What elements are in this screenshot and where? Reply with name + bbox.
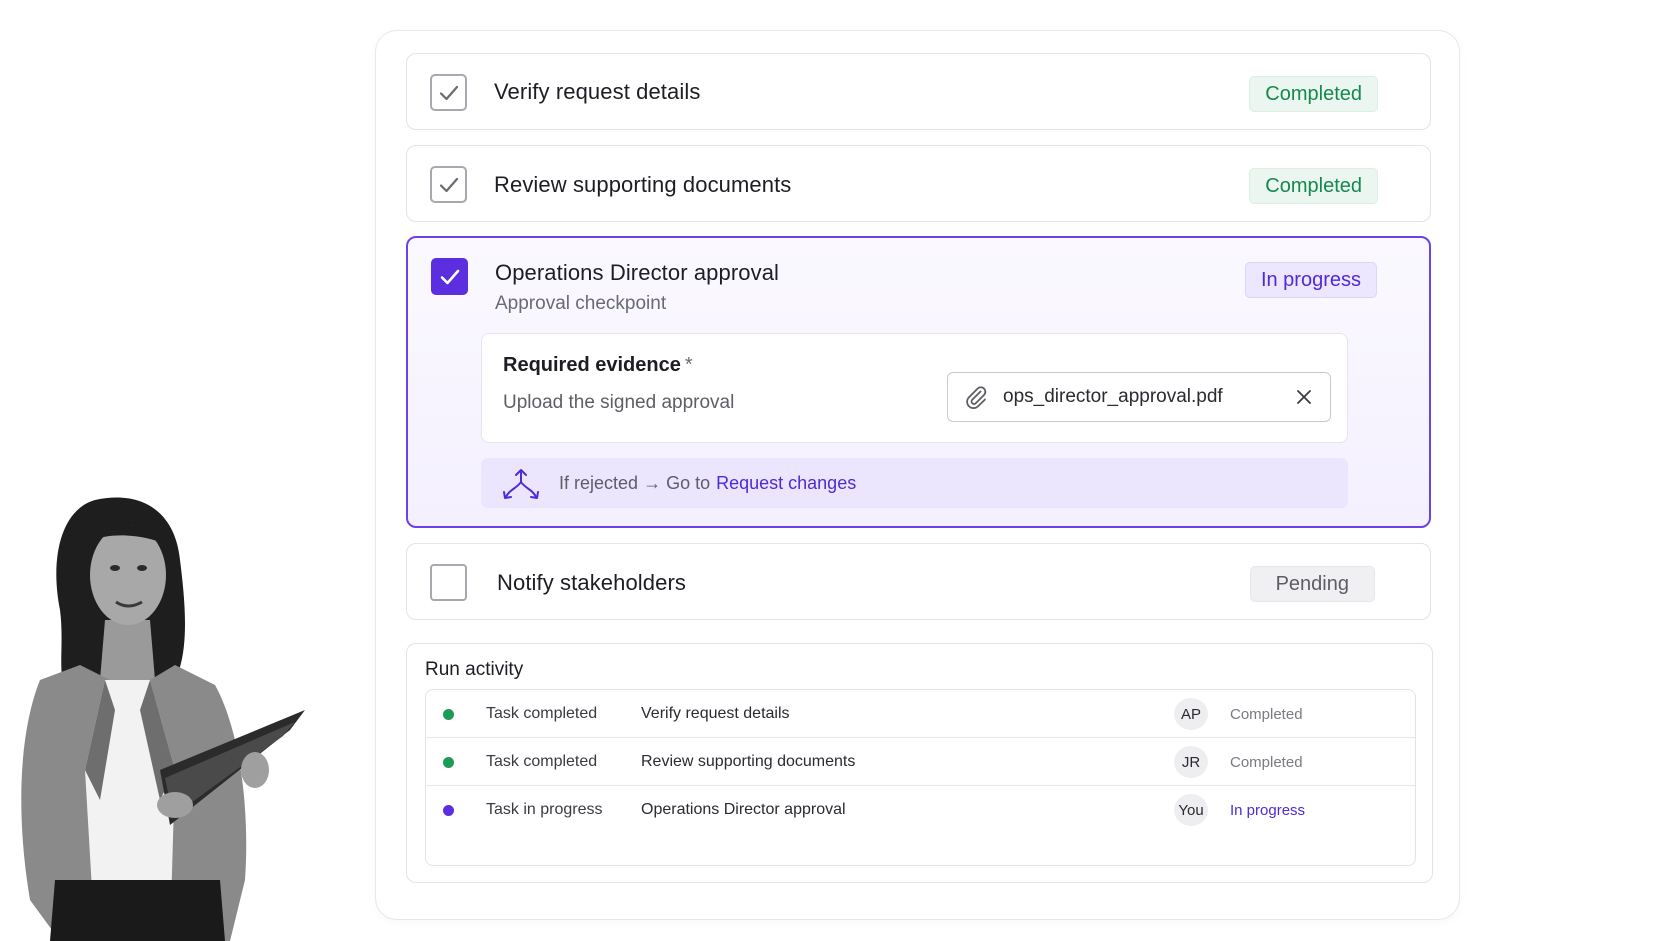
status-badge: Completed xyxy=(1249,168,1378,204)
task-operations-director-approval[interactable]: Operations Director approval Approval ch… xyxy=(406,236,1431,528)
evidence-title: Required evidence * xyxy=(503,354,693,376)
table-row: Task completed Verify request details AP… xyxy=(426,690,1415,738)
activity-task: Verify request details xyxy=(641,705,790,722)
branch-rule-text: If rejected → Go to Request changes xyxy=(559,473,857,493)
task-title: Verify request details xyxy=(494,79,701,104)
paperclip-icon xyxy=(966,386,987,409)
task-checkbox[interactable] xyxy=(430,166,467,203)
file-upload-field[interactable]: ops_director_approval.pdf xyxy=(947,372,1331,422)
run-activity-card: Run activity Task completed Verify reque… xyxy=(406,643,1433,883)
task-checkbox[interactable] xyxy=(430,564,467,601)
activity-status: In progress xyxy=(1230,802,1306,819)
task-title: Review supporting documents xyxy=(494,172,792,197)
activity-event: Task completed xyxy=(486,705,598,722)
task-title: Operations Director approval xyxy=(495,260,780,285)
activity-status: Completed xyxy=(1230,754,1303,771)
required-evidence-card: Required evidence * Upload the signed app… xyxy=(481,333,1348,443)
workflow-panel: Verify request details Completed Review … xyxy=(375,30,1460,920)
run-activity-title: Run activity xyxy=(425,659,524,680)
task-title: Notify stakeholders xyxy=(497,570,686,595)
person-illustration xyxy=(21,497,305,941)
file-name: ops_director_approval.pdf xyxy=(1003,386,1223,407)
branch-icon xyxy=(503,469,539,499)
status-badge: Pending xyxy=(1249,566,1375,602)
required-mark: * xyxy=(684,354,693,376)
avatar: AP xyxy=(1174,698,1208,730)
check-icon xyxy=(440,269,459,284)
activity-event: Task in progress xyxy=(486,801,603,818)
table-row: Task completed Review supporting documen… xyxy=(426,738,1415,786)
task-checkbox[interactable] xyxy=(430,74,467,111)
request-changes-link[interactable]: Request changes xyxy=(716,473,856,493)
close-icon[interactable] xyxy=(1294,387,1314,407)
avatar: You xyxy=(1174,794,1208,826)
evidence-description: Upload the signed approval xyxy=(503,392,735,413)
task-checkbox[interactable] xyxy=(431,258,468,295)
task-notify-stakeholders[interactable]: Notify stakeholders Pending xyxy=(406,543,1431,620)
status-badge: In progress xyxy=(1244,262,1377,298)
status-badge: Completed xyxy=(1249,76,1378,112)
rejection-branch-rule: If rejected → Go to Request changes xyxy=(481,458,1348,508)
status-dot xyxy=(443,757,454,768)
task-review-supporting-documents[interactable]: Review supporting documents Completed xyxy=(406,145,1431,222)
activity-task: Operations Director approval xyxy=(641,801,846,818)
status-dot xyxy=(443,709,454,720)
activity-table: Task completed Verify request details AP… xyxy=(425,689,1416,866)
arrow-icon: → xyxy=(643,473,662,493)
activity-event: Task completed xyxy=(486,753,598,770)
activity-task: Review supporting documents xyxy=(641,753,856,770)
avatar: JR xyxy=(1174,746,1208,778)
task-subtitle: Approval checkpoint xyxy=(495,293,667,314)
check-icon xyxy=(439,177,458,192)
task-verify-request-details[interactable]: Verify request details Completed xyxy=(406,53,1431,130)
activity-status: Completed xyxy=(1230,706,1303,723)
status-dot xyxy=(443,805,454,816)
check-icon xyxy=(439,85,458,100)
table-row: Task in progress Operations Director app… xyxy=(426,786,1415,865)
